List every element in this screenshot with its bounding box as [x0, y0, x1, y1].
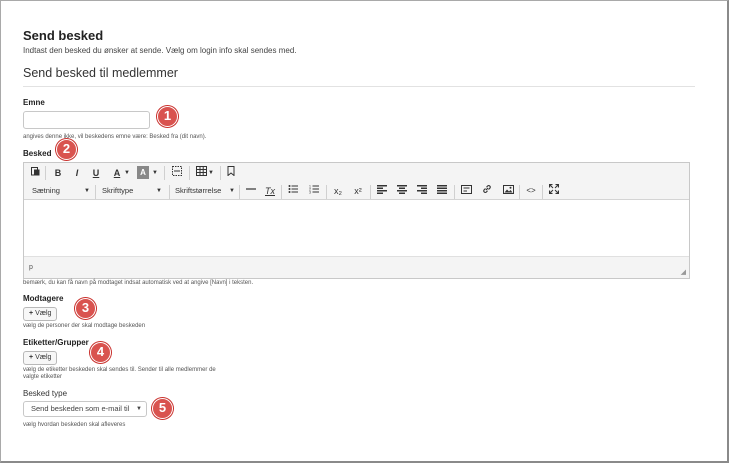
table-icon[interactable]	[194, 165, 208, 181]
bg-color-button[interactable]: A	[137, 166, 149, 179]
chevron-down-icon: ▼	[84, 188, 90, 194]
chevron-down-icon: ▼	[229, 188, 235, 194]
message-editor-body[interactable]	[24, 200, 689, 256]
chevron-down-icon[interactable]: ▼	[207, 165, 215, 181]
paste-icon[interactable]	[28, 165, 42, 181]
recipients-label: Modtagere	[23, 294, 64, 303]
tags-help-line1: vælg de etiketter beskeden skal sendes t…	[23, 367, 216, 373]
clear-format-button[interactable]: Tx	[263, 183, 277, 199]
message-help: bemærk, du kan få navn på modtaget indsa…	[23, 280, 254, 286]
section-divider	[23, 86, 695, 87]
link-icon[interactable]	[480, 183, 494, 199]
message-type-select[interactable]: Send beskeden som e-mail til ▼	[23, 401, 147, 417]
template-icon[interactable]	[459, 183, 473, 199]
message-type-help: vælg hvordan beskeden skal afleveres	[23, 422, 126, 428]
font-size-select[interactable]: Skriftstørrelse ▼	[172, 183, 238, 199]
font-family-select[interactable]: Skrifttype ▼	[99, 183, 165, 199]
bullet-list-icon[interactable]	[286, 183, 300, 199]
toolbar-separator	[519, 185, 520, 199]
message-type-label: Besked type	[23, 389, 68, 398]
choose-tags-label: Vælg	[35, 354, 52, 361]
align-right-icon[interactable]	[415, 183, 429, 199]
toolbar-separator	[281, 185, 282, 199]
callout-marker-2: 2	[56, 139, 77, 160]
text-color-button[interactable]: A	[110, 165, 124, 181]
choose-tags-button[interactable]: + Vælg	[23, 351, 58, 365]
align-justify-icon[interactable]	[435, 183, 449, 199]
chevron-down-icon: ▼	[156, 188, 162, 194]
editor-toolbar: B I U A ▼ A ▼ ▼ Sætning ▼ Skrifttype ▼ S…	[24, 163, 689, 200]
toolbar-separator	[189, 166, 190, 180]
toolbar-separator	[542, 185, 543, 199]
callout-marker-5: 5	[152, 398, 173, 419]
tags-help-line2: valgte etiketter	[23, 374, 63, 380]
underline-button[interactable]: U	[89, 165, 103, 181]
horizontal-line-icon[interactable]	[244, 183, 258, 199]
format-select-label: Sætning	[32, 186, 60, 195]
callout-marker-3: 3	[75, 298, 96, 319]
svg-text:3: 3	[309, 191, 311, 195]
message-label: Besked	[23, 149, 52, 158]
bold-button[interactable]: B	[51, 165, 65, 181]
chevron-down-icon[interactable]: ▼	[151, 165, 159, 181]
list-box-icon[interactable]	[170, 165, 184, 181]
plus-icon: +	[29, 354, 34, 361]
subject-label: Emne	[23, 98, 45, 107]
choose-recipients-button[interactable]: + Vælg	[23, 307, 58, 321]
editor-statusbar: p ◢	[24, 256, 689, 278]
element-path: p	[29, 264, 33, 271]
message-editor: B I U A ▼ A ▼ ▼ Sætning ▼ Skrifttype ▼ S…	[23, 162, 690, 279]
toolbar-separator	[45, 166, 46, 180]
toolbar-separator	[95, 185, 96, 199]
chevron-down-icon: ▼	[136, 406, 142, 412]
section-title: Send besked til medlemmer	[23, 66, 178, 80]
subject-input[interactable]	[23, 111, 150, 129]
toolbar-separator	[454, 185, 455, 199]
subscript-button[interactable]: x₂	[331, 183, 345, 199]
format-select[interactable]: Sætning ▼	[29, 183, 93, 199]
fullscreen-icon[interactable]	[547, 183, 561, 199]
image-icon[interactable]	[501, 183, 515, 199]
chevron-down-icon[interactable]: ▼	[123, 165, 131, 181]
italic-button[interactable]: I	[70, 165, 84, 181]
callout-marker-4: 4	[90, 342, 111, 363]
choose-recipients-label: Vælg	[35, 310, 52, 317]
align-center-icon[interactable]	[395, 183, 409, 199]
page-subtitle: Indtast den besked du ønsker at sende. V…	[23, 46, 297, 55]
toolbar-separator	[326, 185, 327, 199]
message-type-selected: Send beskeden som e-mail til	[31, 404, 130, 413]
toolbar-separator	[220, 166, 221, 180]
superscript-button[interactable]: x²	[351, 183, 365, 199]
page-title: Send besked	[23, 28, 104, 43]
plus-icon: +	[29, 310, 34, 317]
toolbar-separator	[239, 185, 240, 199]
numbered-list-icon[interactable]: 123	[307, 183, 321, 199]
font-size-select-label: Skriftstørrelse	[175, 186, 222, 195]
source-code-button[interactable]: <>	[524, 183, 538, 199]
toolbar-separator	[164, 166, 165, 180]
align-left-icon[interactable]	[375, 183, 389, 199]
bookmark-icon[interactable]	[225, 165, 237, 181]
toolbar-separator	[169, 185, 170, 199]
toolbar-separator	[370, 185, 371, 199]
callout-marker-1: 1	[157, 106, 178, 127]
recipients-help: vælg de personer der skal modtage besked…	[23, 323, 146, 329]
tags-label: Etiketter/Grupper	[23, 338, 89, 347]
resize-grip-icon[interactable]: ◢	[681, 268, 686, 276]
font-family-select-label: Skrifttype	[102, 186, 134, 195]
subject-help: angives denne ikke, vil beskedens emne v…	[23, 134, 207, 140]
